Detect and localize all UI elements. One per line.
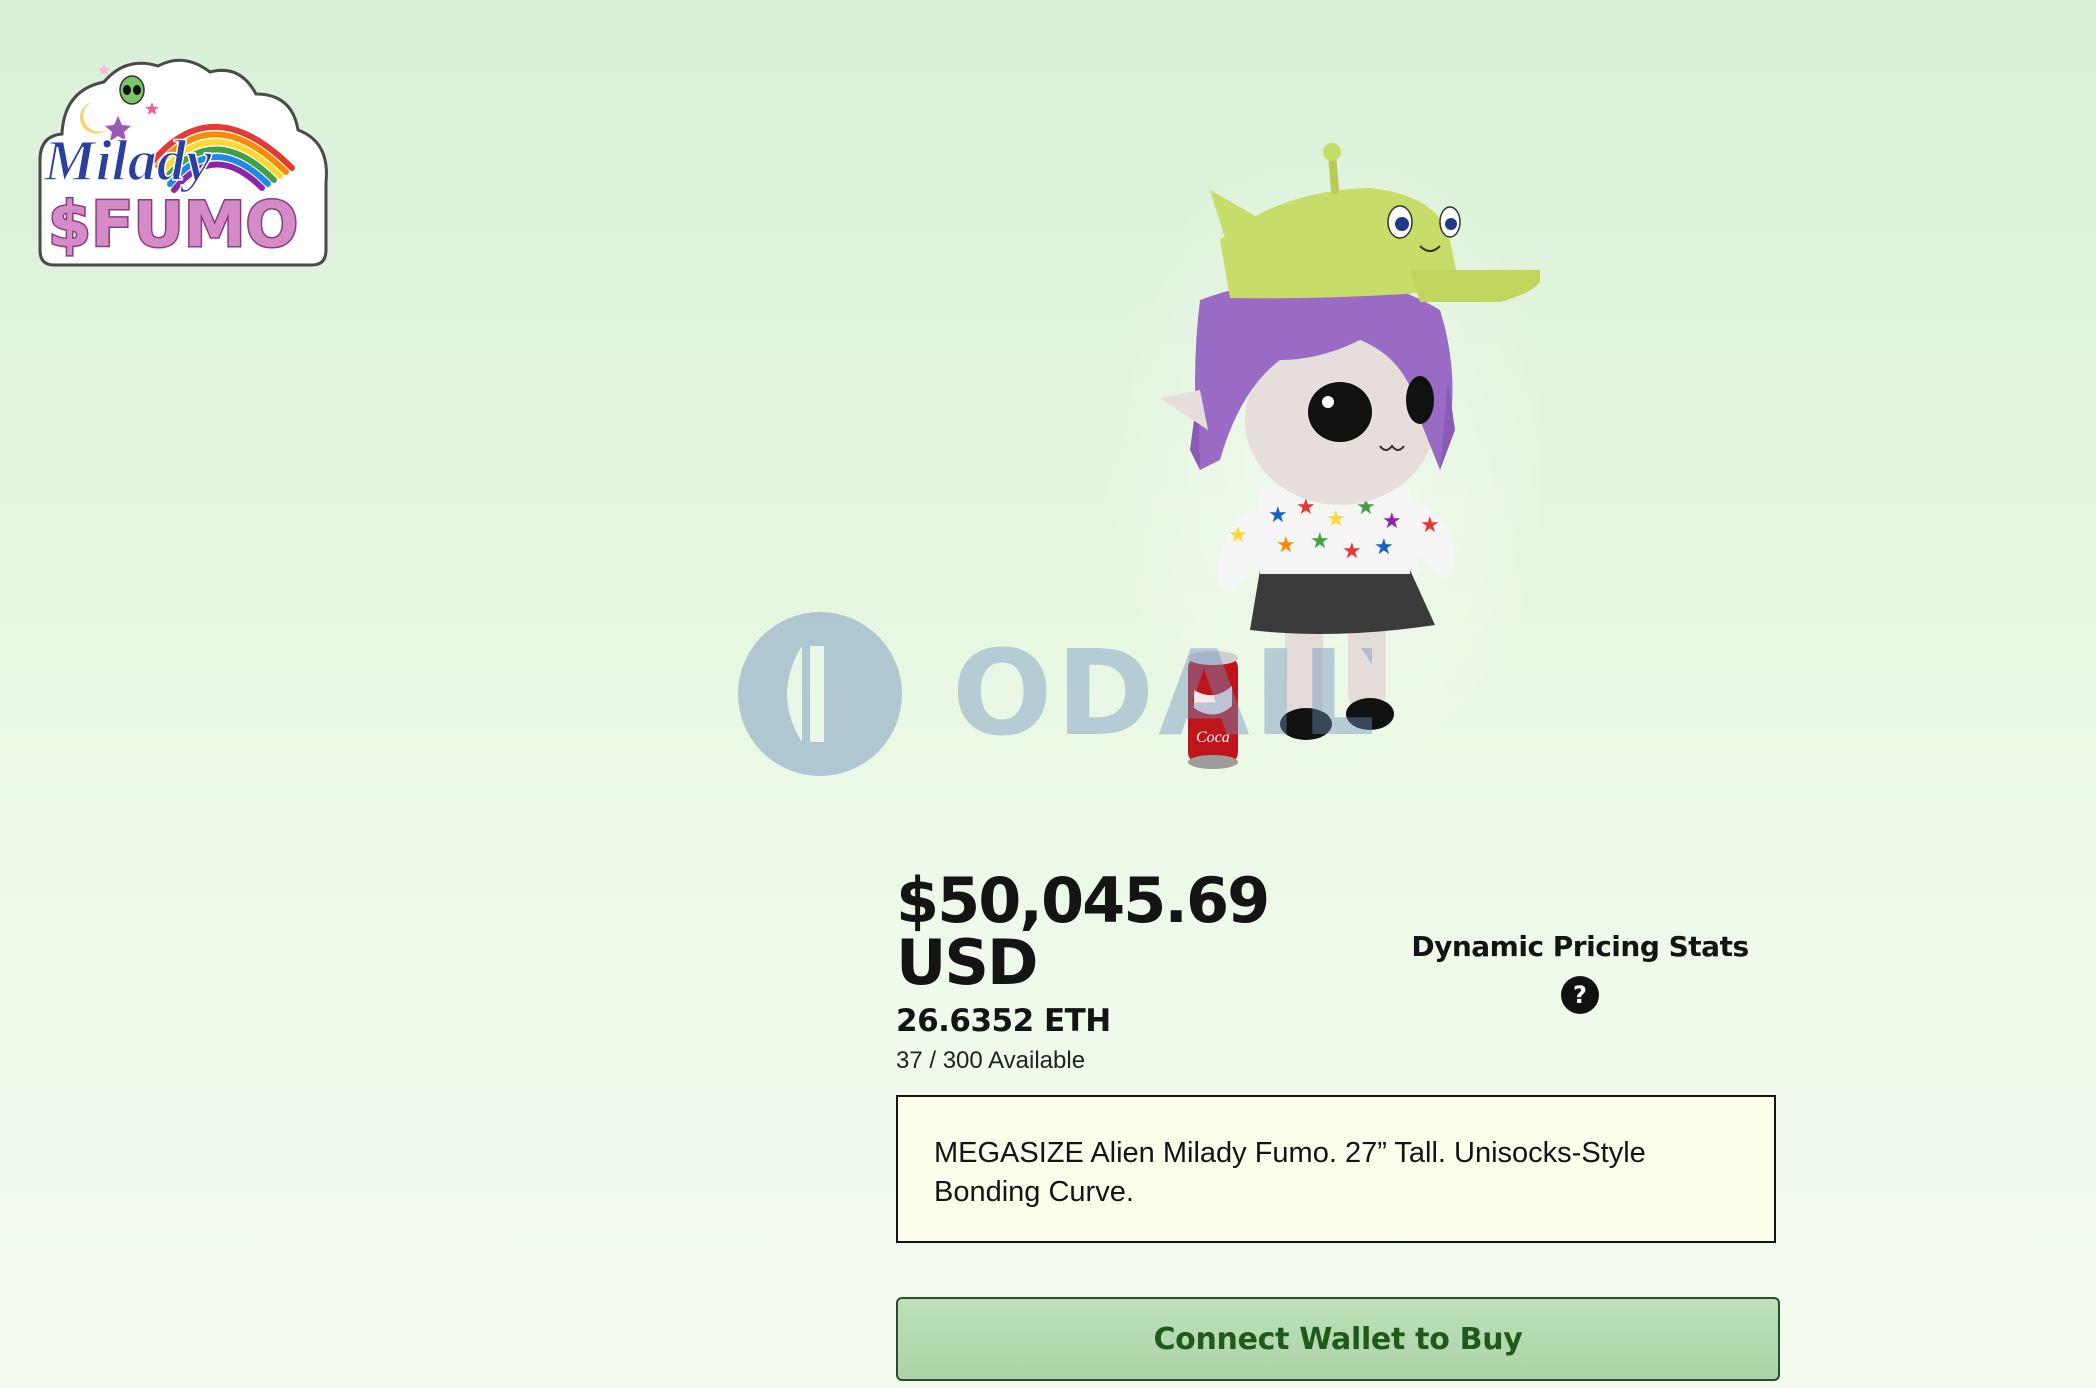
price-block: $50,045.69 USD 26.6352 ETH 37 / 300 Avai… <box>896 870 1376 1076</box>
svg-text:★: ★ <box>1374 535 1394 560</box>
svg-text:★: ★ <box>1420 513 1440 538</box>
soda-can-icon: Coca <box>1188 651 1238 769</box>
dynamic-pricing-stats: Dynamic Pricing Stats ? <box>1400 930 1760 1014</box>
alien-milady-plush-3d-icon: ★ ★ ★ ★ ★ ★ ★ ★ ★ ★ ★ Coca <box>1100 140 1540 780</box>
svg-text:★: ★ <box>1342 539 1362 564</box>
price-usd-amount: $50,045.69 <box>896 864 1270 937</box>
brand-logo[interactable]: Milady $FUMO <box>34 50 332 276</box>
logo-wordmark-milady: Milady <box>43 128 212 193</box>
dynamic-pricing-stats-title: Dynamic Pricing Stats <box>1411 930 1749 963</box>
availability-count: 37 / 300 Available <box>896 1047 1086 1074</box>
svg-text:★: ★ <box>1382 509 1402 534</box>
product-description-box: MEGASIZE Alien Milady Fumo. 27” Tall. Un… <box>896 1095 1776 1243</box>
svg-text:★: ★ <box>1268 503 1288 528</box>
svg-text:★: ★ <box>1276 533 1296 558</box>
product-image[interactable]: ★ ★ ★ ★ ★ ★ ★ ★ ★ ★ ★ Coca <box>720 130 1540 790</box>
connect-wallet-button[interactable]: Connect Wallet to Buy <box>896 1297 1780 1381</box>
price-eth: 26.6352 ETH <box>896 1003 1111 1039</box>
svg-text:★: ★ <box>1228 523 1248 548</box>
milady-fumo-logo-icon: Milady $FUMO <box>38 58 328 267</box>
svg-text:★: ★ <box>1310 529 1330 554</box>
product-description: MEGASIZE Alien Milady Fumo. 27” Tall. Un… <box>934 1137 1646 1208</box>
logo-wordmark-fumo: $FUMO <box>48 188 298 261</box>
svg-text:Coca: Coca <box>1196 729 1230 746</box>
question-circle-icon[interactable]: ? <box>1561 976 1599 1014</box>
price-usd-currency: USD <box>896 926 1038 999</box>
